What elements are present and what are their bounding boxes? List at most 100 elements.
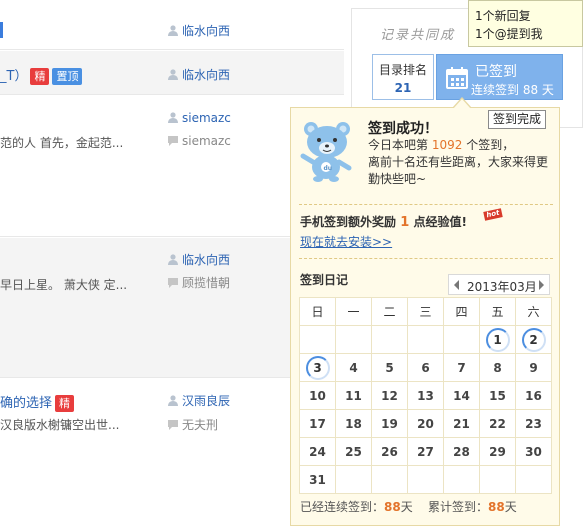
thread-author[interactable]: 临水向西 bbox=[168, 251, 230, 268]
calendar-day[interactable]: 6 bbox=[407, 353, 444, 382]
calendar-day[interactable]: 22 bbox=[479, 409, 516, 438]
thread-author-name[interactable]: 临水向西 bbox=[182, 24, 230, 38]
thread-title[interactable]: 确的选择精 bbox=[0, 392, 75, 412]
calendar-day[interactable]: 2 bbox=[515, 325, 552, 354]
calendar-day[interactable]: 1 bbox=[479, 325, 516, 354]
consecutive-days: 连续签到 88 天 bbox=[471, 83, 554, 97]
sign-in-popup: du 签到成功！ 今日本吧第 1092 个签到， 离前十名还有些距离，大家来得更… bbox=[290, 107, 560, 526]
reply-icon bbox=[168, 136, 178, 146]
calendar-day[interactable]: 20 bbox=[407, 409, 444, 438]
calendar-empty-cell bbox=[371, 325, 408, 354]
weekday-header: 一 bbox=[335, 297, 372, 326]
user-icon bbox=[168, 112, 178, 123]
reply-icon bbox=[168, 420, 178, 430]
calendar-empty-cell bbox=[371, 465, 408, 494]
calendar-day[interactable]: 29 bbox=[479, 437, 516, 466]
calendar-day[interactable]: 10 bbox=[299, 381, 336, 410]
calendar-day[interactable]: 17 bbox=[299, 409, 336, 438]
weekday-row: 日 一 二 三 四 五 六 bbox=[299, 297, 552, 326]
weekday-header: 四 bbox=[443, 297, 480, 326]
divider bbox=[299, 204, 553, 205]
calendar-day[interactable]: 31 bbox=[299, 465, 336, 494]
day-unit: 天 bbox=[504, 500, 517, 514]
calendar-day[interactable]: 14 bbox=[443, 381, 480, 410]
thread-author-name[interactable]: 临水向西 bbox=[182, 253, 230, 267]
weekday-header: 三 bbox=[407, 297, 444, 326]
calendar-day[interactable]: 30 bbox=[515, 437, 552, 466]
last-reply[interactable]: siemazc bbox=[168, 134, 231, 148]
calendar-day[interactable]: 8 bbox=[479, 353, 516, 382]
thread-author-name[interactable]: 汉雨良辰 bbox=[182, 394, 230, 408]
calendar-day[interactable]: 28 bbox=[443, 437, 480, 466]
signed-day-marker: 2 bbox=[521, 327, 546, 352]
notification-tooltip: 1个新回复 1个@提到我 bbox=[468, 0, 583, 47]
thread-snippet: 范的人 首先，金起范... bbox=[0, 136, 124, 150]
divider bbox=[299, 258, 553, 259]
calendar-day[interactable]: 9 bbox=[515, 353, 552, 382]
install-app-link[interactable]: 现在就去安装>> bbox=[300, 233, 392, 250]
thread-author[interactable]: siemazc bbox=[168, 111, 231, 125]
weekday-header: 二 bbox=[371, 297, 408, 326]
calendar-day[interactable]: 3 bbox=[299, 353, 336, 382]
calendar-day[interactable]: 15 bbox=[479, 381, 516, 410]
last-reply[interactable]: 无夫刑 bbox=[168, 416, 218, 433]
bear-mascot-icon: du bbox=[300, 122, 352, 182]
user-icon bbox=[168, 395, 178, 406]
weekday-header: 六 bbox=[515, 297, 552, 326]
reward-suffix: 点经验值! bbox=[413, 215, 467, 229]
calendar-day[interactable]: 23 bbox=[515, 409, 552, 438]
thread-title-text[interactable]: _T） bbox=[0, 69, 27, 84]
user-icon bbox=[168, 69, 178, 80]
calendar-day[interactable]: 4 bbox=[335, 353, 372, 382]
rank-suffix: 个签到， bbox=[466, 138, 515, 152]
calendar-day[interactable]: 7 bbox=[443, 353, 480, 382]
thread-title-text[interactable]: 确的选择 bbox=[0, 396, 52, 411]
calendar-day[interactable]: 24 bbox=[299, 437, 336, 466]
prev-month-icon[interactable] bbox=[454, 280, 459, 290]
calendar-week: 17 18 19 20 21 22 23 bbox=[299, 409, 552, 438]
thread-author[interactable]: 临水向西 bbox=[168, 66, 230, 83]
calendar-day[interactable]: 19 bbox=[371, 409, 408, 438]
calendar-day[interactable]: 12 bbox=[371, 381, 408, 410]
thread-title[interactable]: _T）精置顶 bbox=[0, 65, 83, 85]
total-label: 累计签到： bbox=[428, 500, 489, 514]
calendar-day[interactable]: 16 bbox=[515, 381, 552, 410]
last-reply-name[interactable]: 无夫刑 bbox=[182, 418, 218, 432]
last-reply-name[interactable]: 顾揽惜朝 bbox=[182, 276, 230, 290]
sign-in-button[interactable]: 已签到 连续签到 88 天 bbox=[436, 54, 563, 100]
directory-rank[interactable]: 目录排名 21 bbox=[372, 54, 434, 100]
thread-author[interactable]: 临水向西 bbox=[168, 22, 230, 39]
calendar-day[interactable]: 27 bbox=[407, 437, 444, 466]
calendar-week: 12 bbox=[299, 325, 552, 354]
calendar-day[interactable]: 26 bbox=[371, 437, 408, 466]
thread-author[interactable]: 汉雨良辰 bbox=[168, 392, 230, 409]
calendar-day[interactable]: 25 bbox=[335, 437, 372, 466]
weekday-header: 五 bbox=[479, 297, 516, 326]
calendar-day[interactable]: 18 bbox=[335, 409, 372, 438]
calendar-icon bbox=[446, 67, 468, 89]
calendar-day[interactable]: 11 bbox=[335, 381, 372, 410]
calendar-day[interactable]: 21 bbox=[443, 409, 480, 438]
next-month-icon[interactable] bbox=[539, 280, 544, 290]
calendar-empty-cell bbox=[443, 465, 480, 494]
thread-author-name[interactable]: siemazc bbox=[182, 111, 231, 125]
mention-link[interactable]: 1个@提到我 bbox=[475, 25, 582, 43]
calendar-empty-cell bbox=[479, 465, 516, 494]
rank-value[interactable]: 21 bbox=[373, 81, 433, 95]
calendar-day[interactable]: 13 bbox=[407, 381, 444, 410]
reward-prefix: 手机签到额外奖励 bbox=[300, 215, 397, 229]
popup-arrow-inner bbox=[453, 99, 471, 109]
rank-label: 目录排名 bbox=[378, 63, 427, 77]
thread-author-name[interactable]: 临水向西 bbox=[182, 68, 230, 82]
essence-badge: 精 bbox=[55, 395, 75, 412]
weekday-header: 日 bbox=[299, 297, 336, 326]
calendar-day[interactable]: 5 bbox=[371, 353, 408, 382]
sign-complete-tooltip: 签到完成 bbox=[488, 110, 547, 129]
last-reply-name[interactable]: siemazc bbox=[182, 134, 231, 148]
signed-day-marker: 1 bbox=[485, 327, 510, 352]
last-reply[interactable]: 顾揽惜朝 bbox=[168, 274, 230, 291]
new-reply-link[interactable]: 1个新回复 bbox=[475, 7, 582, 25]
success-message: 今日本吧第 1092 个签到， 离前十名还有些距离，大家来得更勤快些吧~ bbox=[368, 137, 558, 188]
thread-item[interactable]: 临水向西 bbox=[0, 0, 344, 50]
thread-item[interactable]: _T）精置顶 临水向西 bbox=[0, 51, 344, 95]
